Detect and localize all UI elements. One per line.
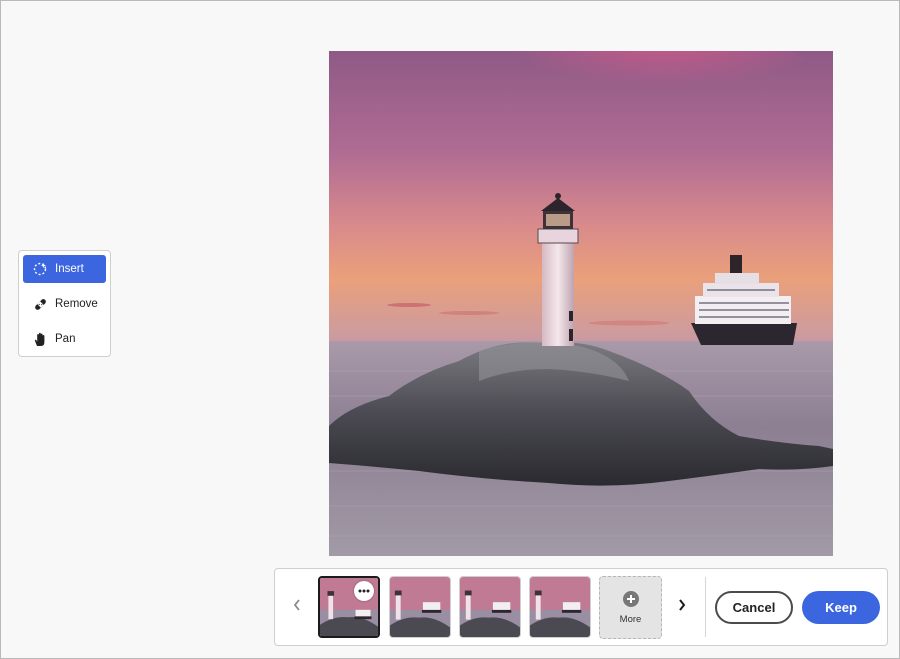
variation-4-image [530,577,590,637]
tool-panel: Insert Remove Pan [18,250,111,357]
pan-tool-label: Pan [55,333,76,345]
plus-circle-icon [622,590,639,607]
more-variations-button[interactable]: More [599,576,662,639]
insert-tool[interactable]: Insert [23,255,106,283]
variation-thumb-2[interactable] [389,576,451,638]
variation-thumb-3[interactable] [459,576,521,638]
variation-thumb-1[interactable] [318,576,380,638]
remove-tool[interactable]: Remove [23,290,106,318]
variation-3-image [460,577,520,637]
next-button[interactable] [673,595,691,619]
app-window: Insert Remove Pan More Cancel Keep [0,0,900,659]
ellipsis-icon [358,589,370,593]
previous-button[interactable] [288,595,306,619]
variations-bar: More Cancel Keep [274,568,888,646]
divider [705,577,706,637]
pan-tool[interactable]: Pan [23,325,106,353]
keep-button[interactable]: Keep [802,591,880,624]
cancel-button[interactable]: Cancel [715,591,793,624]
insert-tool-label: Insert [55,263,84,275]
remove-tool-label: Remove [55,298,98,310]
insert-sparkle-icon [32,261,48,277]
more-label: More [619,613,642,625]
chevron-left-icon [293,598,301,616]
image-canvas[interactable] [329,51,833,556]
thumb-options-button[interactable] [354,581,374,601]
hand-icon [32,331,48,347]
variation-2-image [390,577,450,637]
variation-thumb-4[interactable] [529,576,591,638]
lighthouse-scene-image [329,51,833,556]
chevron-right-icon [678,598,686,616]
bandage-icon [32,296,48,312]
